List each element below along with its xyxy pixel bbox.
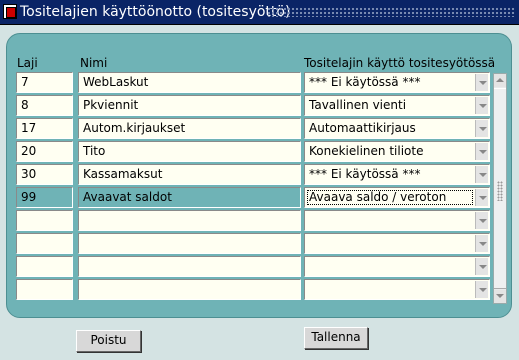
kaytto-select[interactable]: Avaava saldo / veroton (304, 187, 490, 208)
nimi-field[interactable]: Avaavat saldot (78, 187, 301, 208)
chevron-down-icon[interactable] (475, 143, 488, 160)
title-bar[interactable]: Tositelajien käyttöönotto (tositesyöttö) (0, 0, 519, 25)
laji-field[interactable] (16, 233, 73, 254)
column-header-nimi: Nimi (80, 56, 108, 70)
scroll-up-icon[interactable] (494, 74, 506, 87)
kaytto-value: Konekielinen tiliote (309, 144, 424, 158)
nimi-field[interactable] (78, 256, 301, 277)
laji-field[interactable]: 30 (16, 164, 73, 185)
nimi-field[interactable]: Pkviennit (78, 95, 301, 116)
kaytto-value: *** Ei käytössä *** (309, 167, 421, 181)
nimi-field[interactable]: WebLaskut (78, 72, 301, 93)
titlebar-grip (267, 7, 515, 17)
chevron-down-icon[interactable] (475, 97, 488, 114)
kaytto-select[interactable] (304, 279, 490, 300)
kaytto-select[interactable]: Tavallinen vienti (304, 95, 490, 116)
exit-button[interactable]: Poistu (76, 330, 141, 352)
nimi-field[interactable]: Kassamaksut (78, 164, 301, 185)
chevron-down-icon[interactable] (475, 74, 488, 91)
kaytto-select[interactable] (304, 256, 490, 277)
nimi-field[interactable] (78, 233, 301, 254)
form-window-icon (3, 4, 17, 19)
laji-field[interactable]: 20 (16, 141, 73, 162)
chevron-down-icon[interactable] (475, 212, 488, 229)
chevron-down-icon[interactable] (475, 166, 488, 183)
chevron-down-icon[interactable] (475, 189, 488, 206)
column-header-laji: Laji (17, 56, 38, 70)
kaytto-select[interactable] (304, 233, 490, 254)
chevron-down-icon[interactable] (475, 120, 488, 137)
laji-field[interactable] (16, 279, 73, 300)
nimi-field[interactable] (78, 279, 301, 300)
window-title: Tositelajien käyttöönotto (tositesyöttö) (20, 4, 291, 20)
laji-field[interactable]: 17 (16, 118, 73, 139)
kaytto-select[interactable]: Automaattikirjaus (304, 118, 490, 139)
kaytto-value: Tavallinen vienti (309, 98, 407, 112)
nimi-field[interactable]: Tito (78, 141, 301, 162)
kaytto-select[interactable]: Konekielinen tiliote (304, 141, 490, 162)
scrollbar-grip (497, 181, 503, 201)
kaytto-select[interactable]: *** Ei käytössä *** (304, 72, 490, 93)
laji-field[interactable]: 8 (16, 95, 73, 116)
column-header-kaytto: Tositelajin käyttö tositesyötössä (304, 56, 496, 70)
save-button[interactable]: Tallenna (304, 327, 368, 349)
laji-field[interactable] (16, 210, 73, 231)
kaytto-select[interactable]: *** Ei käytössä *** (304, 164, 490, 185)
scrollbar-thumb[interactable] (494, 88, 506, 289)
scroll-down-icon[interactable] (494, 290, 506, 303)
laji-field[interactable] (16, 256, 73, 277)
chevron-down-icon[interactable] (475, 258, 488, 275)
laji-field[interactable]: 99 (16, 187, 73, 208)
kaytto-value: *** Ei käytössä *** (309, 75, 421, 89)
focus-indicator (307, 190, 473, 205)
chevron-down-icon[interactable] (475, 235, 488, 252)
kaytto-value: Automaattikirjaus (309, 121, 416, 135)
nimi-field[interactable]: Autom.kirjaukset (78, 118, 301, 139)
laji-field[interactable]: 7 (16, 72, 73, 93)
vertical-scrollbar[interactable] (493, 73, 507, 304)
chevron-down-icon[interactable] (475, 281, 488, 298)
kaytto-select[interactable] (304, 210, 490, 231)
nimi-field[interactable] (78, 210, 301, 231)
